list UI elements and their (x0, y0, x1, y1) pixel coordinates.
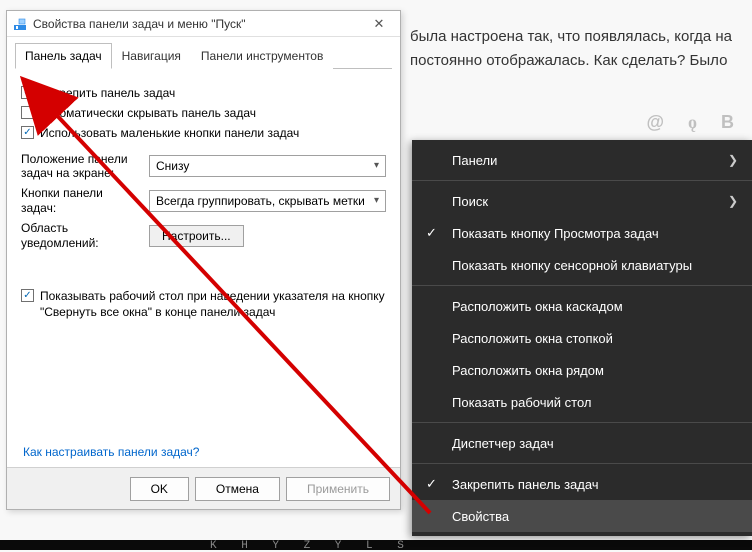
combo-buttons[interactable]: Всегда группировать, скрывать метки (149, 190, 386, 212)
ctx-stack-label: Расположить окна стопкой (452, 331, 613, 346)
help-link[interactable]: Как настраивать панели задач? (23, 445, 199, 459)
tabstrip: Панель задач Навигация Панели инструмент… (7, 43, 400, 69)
ctx-lock-label: Закрепить панель задач (452, 477, 599, 492)
ctx-search-label: Поиск (452, 194, 488, 209)
chevron-right-icon: ❯ (728, 153, 738, 167)
ctx-panels-label: Панели (452, 153, 497, 168)
separator (412, 180, 752, 181)
vk-icon[interactable]: В (721, 112, 734, 133)
cancel-button[interactable]: Отмена (195, 477, 280, 501)
ctx-cascade[interactable]: Расположить окна каскадом (412, 290, 752, 322)
ctx-cascade-label: Расположить окна каскадом (452, 299, 623, 314)
combo-position-value: Снизу (156, 159, 189, 173)
label-position: Положение панели задач на экране: (21, 152, 141, 181)
at-icon[interactable]: @ (646, 112, 664, 133)
label-notifications: Область уведомлений: (21, 221, 141, 250)
label-buttons: Кнопки панели задач: (21, 186, 141, 215)
dialog-icon (13, 17, 27, 31)
dialog-title: Свойства панели задач и меню "Пуск" (33, 17, 364, 31)
ctx-side-label: Расположить окна рядом (452, 363, 604, 378)
checkbox-small-buttons[interactable]: ✓ (21, 126, 34, 139)
ctx-lock[interactable]: ✓ Закрепить панель задач (412, 468, 752, 500)
close-button[interactable]: ✕ (364, 14, 394, 34)
taskbar-context-menu: Панели ❯ Поиск ❯ ✓ Показать кнопку Просм… (412, 140, 752, 536)
ctx-panels[interactable]: Панели ❯ (412, 144, 752, 176)
check-icon: ✓ (426, 225, 437, 241)
separator (412, 463, 752, 464)
tab-toolbars[interactable]: Панели инструментов (191, 43, 333, 69)
separator (412, 285, 752, 286)
ctx-show-taskview[interactable]: ✓ Показать кнопку Просмотра задач (412, 217, 752, 249)
tab-taskbar[interactable]: Панель задач (15, 43, 112, 69)
social-icons: @ ǫ В (646, 112, 734, 133)
separator (412, 422, 752, 423)
ctx-show-touchkb-label: Показать кнопку сенсорной клавиатуры (452, 258, 692, 273)
ctx-desktop-label: Показать рабочий стол (452, 395, 591, 410)
check-icon: ✓ (426, 476, 437, 492)
ctx-show-touchkb[interactable]: Показать кнопку сенсорной клавиатуры (412, 249, 752, 281)
bg-text-line1: была настроена так, что появлялась, когд… (410, 26, 732, 49)
tab-navigation[interactable]: Навигация (112, 43, 191, 69)
label-lock-taskbar: Закрепить панель задач (40, 85, 175, 101)
label-autohide: Автоматически скрывать панель задач (40, 105, 256, 121)
titlebar: Свойства панели задач и меню "Пуск" ✕ (7, 11, 400, 37)
configure-notifications-button[interactable]: Настроить... (149, 225, 244, 247)
ctx-show-taskview-label: Показать кнопку Просмотра задач (452, 226, 659, 241)
ok-button[interactable]: OK (130, 477, 189, 501)
ctx-properties-label: Свойства (452, 509, 509, 524)
dialog-footer: OK Отмена Применить (7, 467, 400, 509)
checkbox-autohide[interactable] (21, 106, 34, 119)
chevron-right-icon: ❯ (728, 194, 738, 208)
ctx-stack[interactable]: Расположить окна стопкой (412, 322, 752, 354)
checkbox-peek-desktop[interactable]: ✓ (21, 289, 34, 302)
label-small-buttons: Использовать маленькие кнопки панели зад… (40, 125, 299, 141)
combo-buttons-value: Всегда группировать, скрывать метки (156, 194, 365, 208)
taskbar-properties-dialog: Свойства панели задач и меню "Пуск" ✕ Па… (6, 10, 401, 510)
bg-text-line2: постоянно отображалась. Как сделать? Был… (410, 50, 727, 73)
ctx-taskmgr-label: Диспетчер задач (452, 436, 554, 451)
label-peek-desktop: Показывать рабочий стол при наведении ук… (40, 288, 386, 320)
combo-position[interactable]: Снизу (149, 155, 386, 177)
ok-icon[interactable]: ǫ (688, 112, 697, 133)
taskbar-hint: K H Y Z Y L S (210, 540, 413, 552)
ctx-side[interactable]: Расположить окна рядом (412, 354, 752, 386)
ctx-desktop[interactable]: Показать рабочий стол (412, 386, 752, 418)
ctx-taskmgr[interactable]: Диспетчер задач (412, 427, 752, 459)
ctx-properties[interactable]: Свойства (412, 500, 752, 532)
tabpage-taskbar: ✓ Закрепить панель задач Автоматически с… (7, 69, 400, 332)
apply-button[interactable]: Применить (286, 477, 390, 501)
ctx-search[interactable]: Поиск ❯ (412, 185, 752, 217)
checkbox-lock-taskbar[interactable]: ✓ (21, 86, 34, 99)
